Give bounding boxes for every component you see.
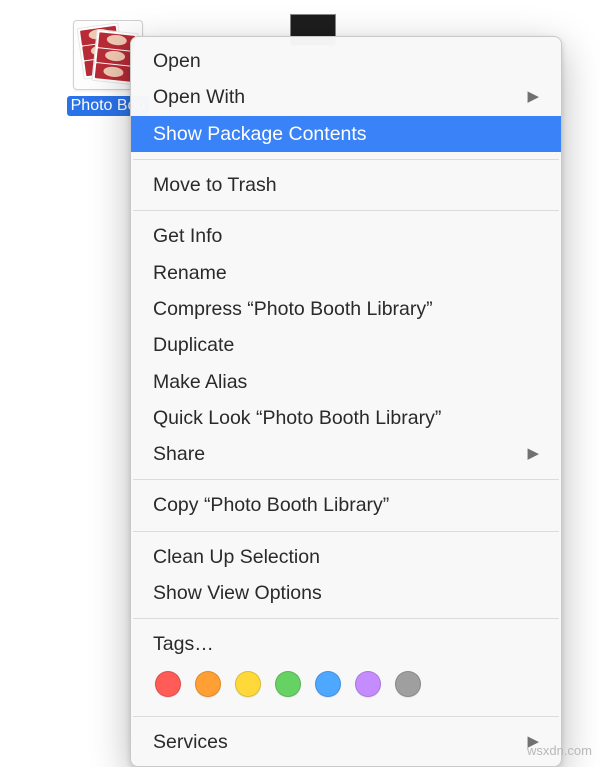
tag-purple[interactable]	[355, 671, 381, 697]
menu-open[interactable]: Open	[131, 43, 561, 79]
menu-duplicate[interactable]: Duplicate	[131, 327, 561, 363]
menu-label: Services	[153, 729, 228, 755]
tag-red[interactable]	[155, 671, 181, 697]
menu-rename[interactable]: Rename	[131, 255, 561, 291]
menu-separator	[133, 716, 559, 717]
menu-label: Copy “Photo Booth Library”	[153, 492, 389, 518]
watermark: wsxdn.com	[527, 743, 592, 758]
menu-separator	[133, 531, 559, 532]
tag-green[interactable]	[275, 671, 301, 697]
menu-show-view-options[interactable]: Show View Options	[131, 575, 561, 611]
context-menu: Open Open With ▶ Show Package Contents M…	[130, 36, 562, 767]
menu-tags[interactable]: Tags…	[131, 626, 561, 662]
menu-label: Rename	[153, 260, 227, 286]
menu-separator	[133, 210, 559, 211]
menu-label: Show Package Contents	[153, 121, 367, 147]
menu-label: Make Alias	[153, 369, 247, 395]
tag-orange[interactable]	[195, 671, 221, 697]
chevron-right-icon: ▶	[527, 444, 539, 464]
menu-label: Move to Trash	[153, 172, 277, 198]
menu-label: Quick Look “Photo Booth Library”	[153, 405, 441, 431]
menu-get-info[interactable]: Get Info	[131, 218, 561, 254]
menu-separator	[133, 159, 559, 160]
menu-move-to-trash[interactable]: Move to Trash	[131, 167, 561, 203]
menu-label: Get Info	[153, 223, 222, 249]
menu-make-alias[interactable]: Make Alias	[131, 364, 561, 400]
tag-gray[interactable]	[395, 671, 421, 697]
tags-color-row	[131, 663, 561, 709]
menu-services[interactable]: Services ▶	[131, 724, 561, 760]
menu-compress[interactable]: Compress “Photo Booth Library”	[131, 291, 561, 327]
chevron-right-icon: ▶	[527, 87, 539, 107]
menu-label: Tags…	[153, 631, 214, 657]
menu-label: Compress “Photo Booth Library”	[153, 296, 433, 322]
menu-separator	[133, 479, 559, 480]
menu-label: Open	[153, 48, 201, 74]
menu-clean-up-selection[interactable]: Clean Up Selection	[131, 539, 561, 575]
menu-label: Duplicate	[153, 332, 234, 358]
menu-share[interactable]: Share ▶	[131, 436, 561, 472]
tag-blue[interactable]	[315, 671, 341, 697]
menu-open-with[interactable]: Open With ▶	[131, 79, 561, 115]
tag-yellow[interactable]	[235, 671, 261, 697]
menu-label: Show View Options	[153, 580, 322, 606]
menu-quick-look[interactable]: Quick Look “Photo Booth Library”	[131, 400, 561, 436]
menu-separator	[133, 618, 559, 619]
menu-show-package-contents[interactable]: Show Package Contents	[131, 116, 561, 152]
menu-label: Share	[153, 441, 205, 467]
menu-copy[interactable]: Copy “Photo Booth Library”	[131, 487, 561, 523]
menu-label: Open With	[153, 84, 245, 110]
menu-label: Clean Up Selection	[153, 544, 320, 570]
